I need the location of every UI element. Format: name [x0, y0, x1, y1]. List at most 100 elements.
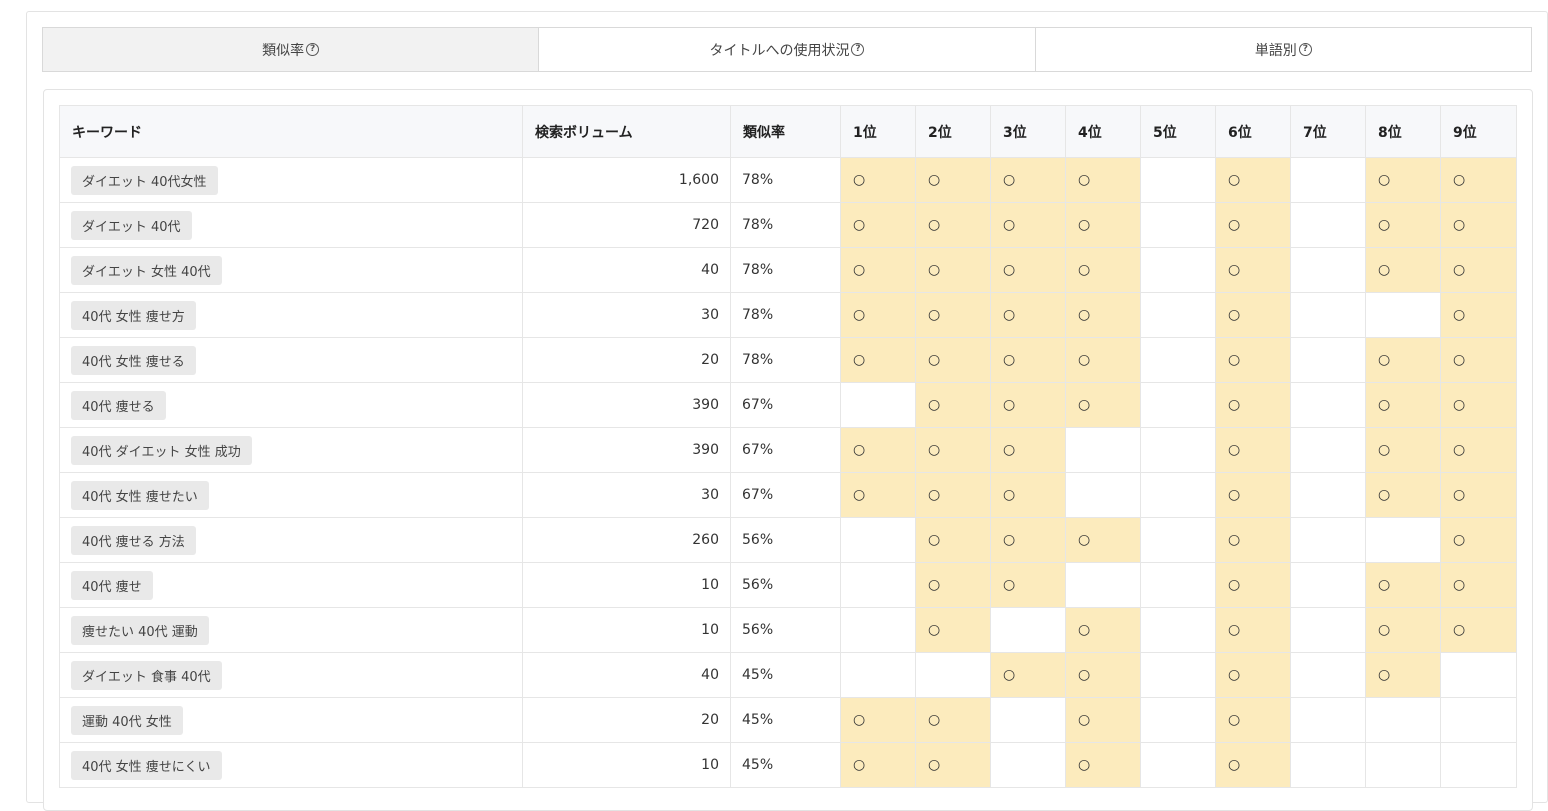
keyword-chip[interactable]: 40代 女性 痩せる [71, 345, 196, 375]
keyword-cell: 40代 女性 痩せたい [59, 472, 523, 518]
table-header-row: キーワード 検索ボリューム 類似率 1位 2位 3位 4位 5位 6位 7位 8… [59, 105, 1517, 158]
rank-4-cell: ○ [1065, 652, 1141, 698]
rank-7-cell [1290, 202, 1366, 248]
rank-3-cell: ○ [990, 427, 1066, 473]
rank-3-cell: ○ [990, 157, 1066, 203]
header-rank-2: 2位 [915, 105, 991, 158]
match-mark: ○ [1078, 397, 1091, 413]
rank-6-cell: ○ [1215, 202, 1291, 248]
match-mark: ○ [1003, 307, 1016, 323]
match-mark: ○ [853, 712, 866, 728]
rank-5-cell [1140, 607, 1216, 653]
match-mark: ○ [853, 307, 866, 323]
match-mark: ○ [1228, 757, 1241, 773]
rank-8-cell: ○ [1365, 202, 1441, 248]
help-icon[interactable]: ? [306, 43, 320, 56]
keyword-chip[interactable]: ダイエット 食事 40代 [71, 660, 222, 690]
rank-1-cell: ○ [840, 247, 916, 293]
rank-9-cell: ○ [1440, 562, 1517, 608]
rank-3-cell [990, 607, 1066, 653]
table-row: 40代 女性 痩せにくい 10 45% ○ ○ ○ ○ [59, 742, 1517, 788]
rank-7-cell [1290, 247, 1366, 293]
rank-8-cell [1365, 742, 1441, 788]
match-mark: ○ [1228, 442, 1241, 458]
rank-2-cell: ○ [915, 517, 991, 563]
rank-1-cell [840, 517, 916, 563]
rank-4-cell: ○ [1065, 517, 1141, 563]
keyword-chip[interactable]: ダイエット 女性 40代 [71, 255, 222, 285]
match-mark: ○ [1003, 172, 1016, 188]
match-mark: ○ [1378, 352, 1391, 368]
match-mark: ○ [1078, 532, 1091, 548]
header-rank-9: 9位 [1440, 105, 1517, 158]
rank-1-cell [840, 562, 916, 608]
match-mark: ○ [1228, 307, 1241, 323]
tab-by-word[interactable]: 単語別 ? [1036, 28, 1531, 71]
rank-9-cell: ○ [1440, 607, 1517, 653]
keyword-chip[interactable]: ダイエット 40代 [71, 210, 192, 240]
rank-6-cell: ○ [1215, 517, 1291, 563]
volume-cell: 20 [522, 697, 731, 743]
rank-7-cell [1290, 607, 1366, 653]
match-mark: ○ [1003, 442, 1016, 458]
match-mark: ○ [853, 352, 866, 368]
rank-2-cell: ○ [915, 247, 991, 293]
similarity-cell: 67% [730, 472, 841, 518]
match-mark: ○ [1078, 262, 1091, 278]
rank-4-cell: ○ [1065, 202, 1141, 248]
similarity-cell: 78% [730, 337, 841, 383]
rank-3-cell: ○ [990, 517, 1066, 563]
header-keyword: キーワード [59, 105, 523, 158]
rank-4-cell: ○ [1065, 607, 1141, 653]
volume-cell: 10 [522, 562, 731, 608]
keyword-cell: 運動 40代 女性 [59, 697, 523, 743]
volume-cell: 390 [522, 382, 731, 428]
volume-cell: 40 [522, 652, 731, 698]
rank-4-cell: ○ [1065, 382, 1141, 428]
match-mark: ○ [1453, 532, 1466, 548]
rank-2-cell: ○ [915, 157, 991, 203]
rank-1-cell [840, 607, 916, 653]
match-mark: ○ [928, 757, 941, 773]
keyword-chip[interactable]: 40代 痩せる 方法 [71, 525, 196, 555]
keyword-chip[interactable]: 運動 40代 女性 [71, 705, 183, 735]
keyword-chip[interactable]: ダイエット 40代女性 [71, 165, 218, 195]
keyword-chip[interactable]: 痩せたい 40代 運動 [71, 615, 209, 645]
rank-3-cell: ○ [990, 337, 1066, 383]
table-body: ダイエット 40代女性 1,600 78% ○ ○ ○ ○ ○ ○ ○ ダイエット 40代 720 78… [59, 157, 1517, 788]
tab-title-usage[interactable]: タイトルへの使用状況 ? [539, 28, 1036, 71]
rank-6-cell: ○ [1215, 652, 1291, 698]
keyword-chip[interactable]: 40代 女性 痩せたい [71, 480, 209, 510]
rank-4-cell [1065, 562, 1141, 608]
keyword-chip[interactable]: 40代 痩せ [71, 570, 153, 600]
rank-3-cell: ○ [990, 292, 1066, 338]
tab-similarity[interactable]: 類似率 ? [43, 28, 540, 71]
rank-2-cell [915, 652, 991, 698]
rank-3-cell: ○ [990, 247, 1066, 293]
match-mark: ○ [1003, 397, 1016, 413]
keyword-cell: 40代 女性 痩せる [59, 337, 523, 383]
keyword-chip[interactable]: 40代 痩せる [71, 390, 166, 420]
help-icon[interactable]: ? [851, 43, 865, 56]
keyword-chip[interactable]: 40代 女性 痩せ方 [71, 300, 196, 330]
keyword-similarity-table: キーワード 検索ボリューム 類似率 1位 2位 3位 4位 5位 6位 7位 8… [59, 105, 1517, 788]
similarity-cell: 56% [730, 517, 841, 563]
match-mark: ○ [1003, 532, 1016, 548]
rank-2-cell: ○ [915, 292, 991, 338]
match-mark: ○ [928, 397, 941, 413]
header-volume: 検索ボリューム [522, 105, 731, 158]
match-mark: ○ [928, 307, 941, 323]
rank-6-cell: ○ [1215, 472, 1291, 518]
similarity-cell: 45% [730, 742, 841, 788]
match-mark: ○ [1228, 577, 1241, 593]
rank-5-cell [1140, 247, 1216, 293]
rank-5-cell [1140, 337, 1216, 383]
help-icon[interactable]: ? [1298, 43, 1312, 56]
keyword-chip[interactable]: 40代 女性 痩せにくい [71, 750, 222, 780]
match-mark: ○ [1378, 217, 1391, 233]
keyword-chip[interactable]: 40代 ダイエット 女性 成功 [71, 435, 252, 465]
match-mark: ○ [1078, 757, 1091, 773]
rank-1-cell: ○ [840, 697, 916, 743]
match-mark: ○ [1378, 577, 1391, 593]
similarity-cell: 78% [730, 157, 841, 203]
